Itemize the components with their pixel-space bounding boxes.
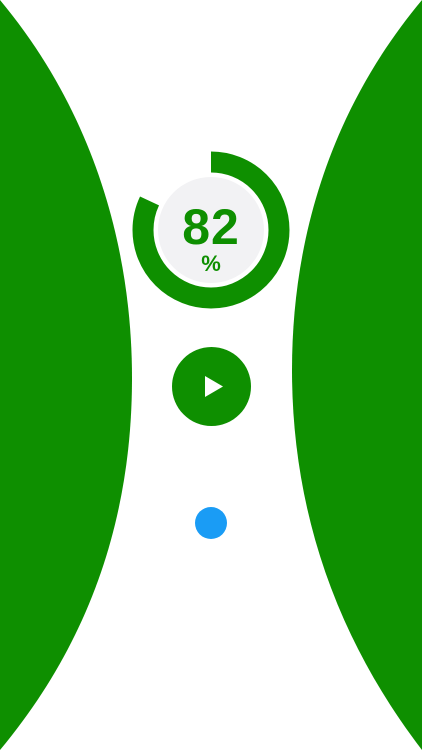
play-button[interactable] (172, 347, 251, 426)
progress-ring: 82 % (132, 151, 290, 309)
play-icon (205, 376, 223, 397)
progress-unit: % (201, 251, 221, 276)
player-dot[interactable] (195, 507, 227, 539)
progress-value: 82 (182, 199, 240, 255)
